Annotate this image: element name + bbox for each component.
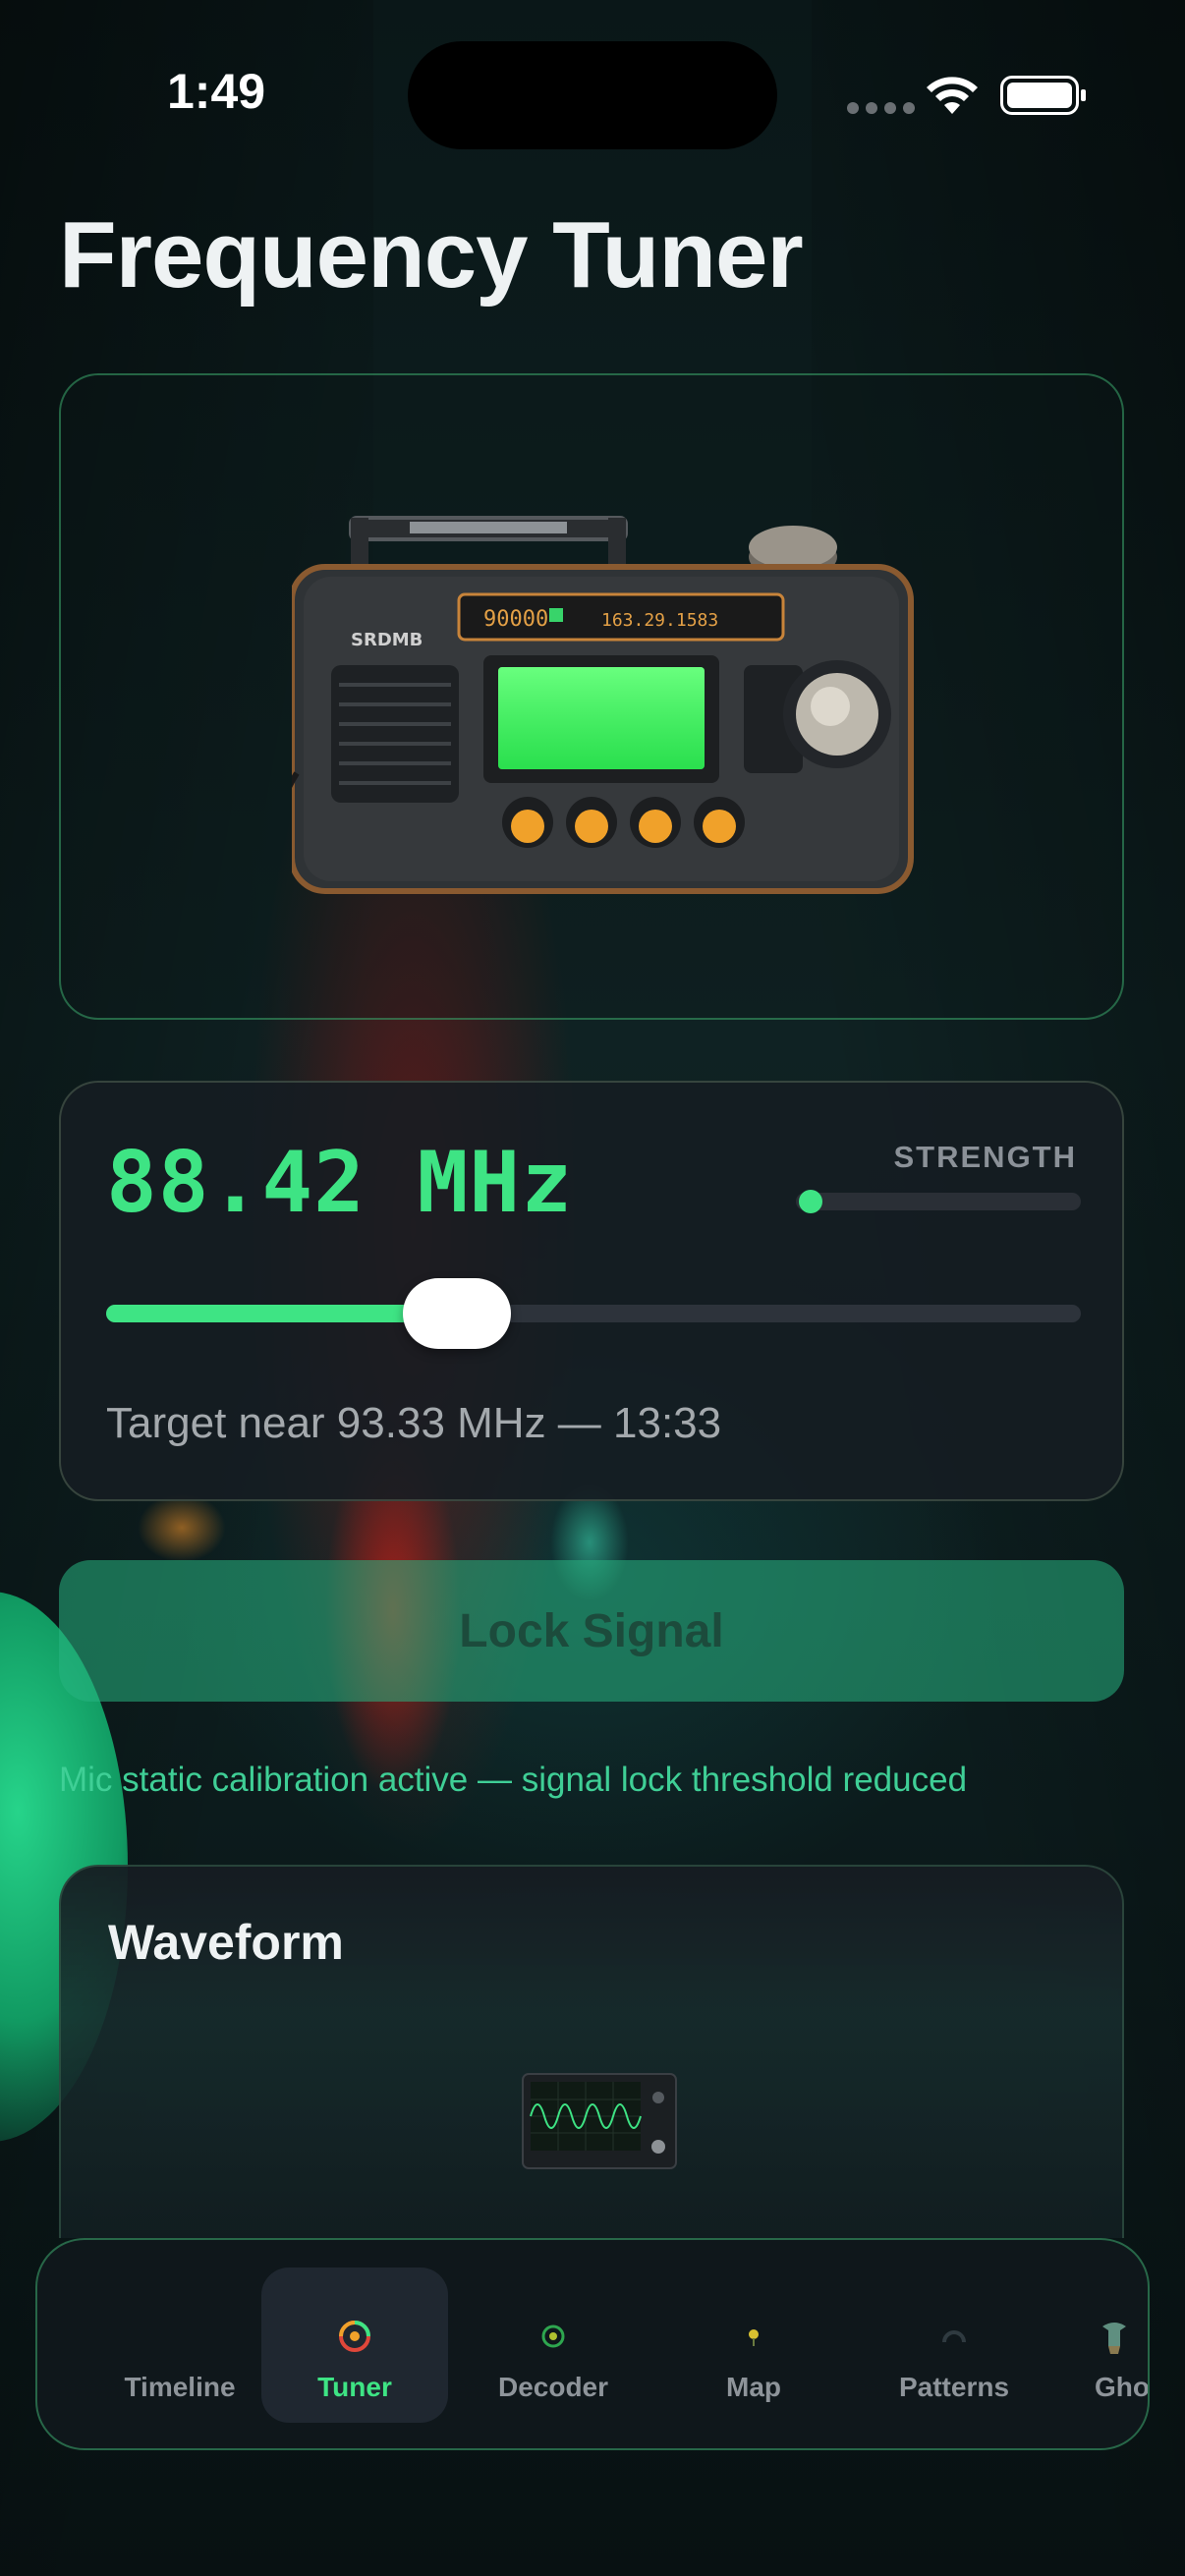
- tuner-card: 88.42 MHz STRENGTH Target near 93.33 MHz…: [59, 1081, 1124, 1501]
- battery-icon: [1000, 76, 1086, 115]
- tab-label: Decoder: [497, 2372, 609, 2402]
- frequency-slider-thumb[interactable]: [403, 1278, 512, 1349]
- timeline-icon: [160, 2317, 199, 2356]
- oscilloscope-illustration: [522, 2073, 677, 2169]
- tuner-dial-icon: [339, 2321, 370, 2352]
- signal-dots-icon: [847, 102, 915, 114]
- tab-label: Tuner: [317, 2372, 392, 2402]
- svg-text:SRDMB: SRDMB: [351, 630, 423, 650]
- decoder-icon: [541, 2324, 565, 2348]
- radio-image-card: 90000 163.29.1583 SRDMB: [59, 373, 1124, 1020]
- tab-decoder[interactable]: Decoder: [460, 2268, 647, 2423]
- patterns-icon: [942, 2330, 966, 2343]
- status-time: 1:49: [167, 64, 266, 119]
- strength-indicator: [798, 1190, 822, 1213]
- wifi-icon: [927, 77, 978, 114]
- tab-label: Map: [726, 2372, 781, 2402]
- status-bar: 1:49: [0, 0, 1185, 187]
- waveform-card: Waveform: [59, 1865, 1124, 2238]
- frequency-readout: 88.42 MHz: [106, 1134, 573, 1232]
- tab-timeline[interactable]: Timeline: [86, 2268, 273, 2423]
- tab-label: Ghos: [1095, 2372, 1150, 2402]
- svg-text:163.29.1583: 163.29.1583: [601, 610, 718, 631]
- map-pin-icon: [749, 2329, 759, 2346]
- tab-bar: Timeline Tuner Decoder Map Patterns Gho: [35, 2238, 1150, 2450]
- tab-label: Timeline: [124, 2372, 236, 2402]
- svg-text:90000: 90000: [483, 607, 548, 632]
- calibration-note: Mic static calibration active — signal l…: [59, 1761, 968, 1799]
- strength-label: STRENGTH: [893, 1140, 1077, 1174]
- tab-ghost[interactable]: Ghos: [1059, 2268, 1150, 2423]
- radio-illustration: 90000 163.29.1583 SRDMB: [292, 516, 914, 894]
- tab-patterns[interactable]: Patterns: [861, 2268, 1047, 2423]
- lock-signal-button[interactable]: Lock Signal: [59, 1560, 1124, 1702]
- ghost-icon: [1102, 2323, 1126, 2354]
- strength-meter: [796, 1190, 1081, 1213]
- tab-label: Patterns: [898, 2372, 1010, 2402]
- tab-map[interactable]: Map: [660, 2268, 847, 2423]
- frequency-slider[interactable]: [106, 1278, 1081, 1349]
- target-hint: Target near 93.33 MHz — 13:33: [106, 1399, 722, 1447]
- waveform-title: Waveform: [108, 1915, 344, 1970]
- tab-tuner[interactable]: Tuner: [261, 2268, 448, 2423]
- dynamic-island: [408, 41, 777, 149]
- page-title: Frequency Tuner: [59, 202, 804, 308]
